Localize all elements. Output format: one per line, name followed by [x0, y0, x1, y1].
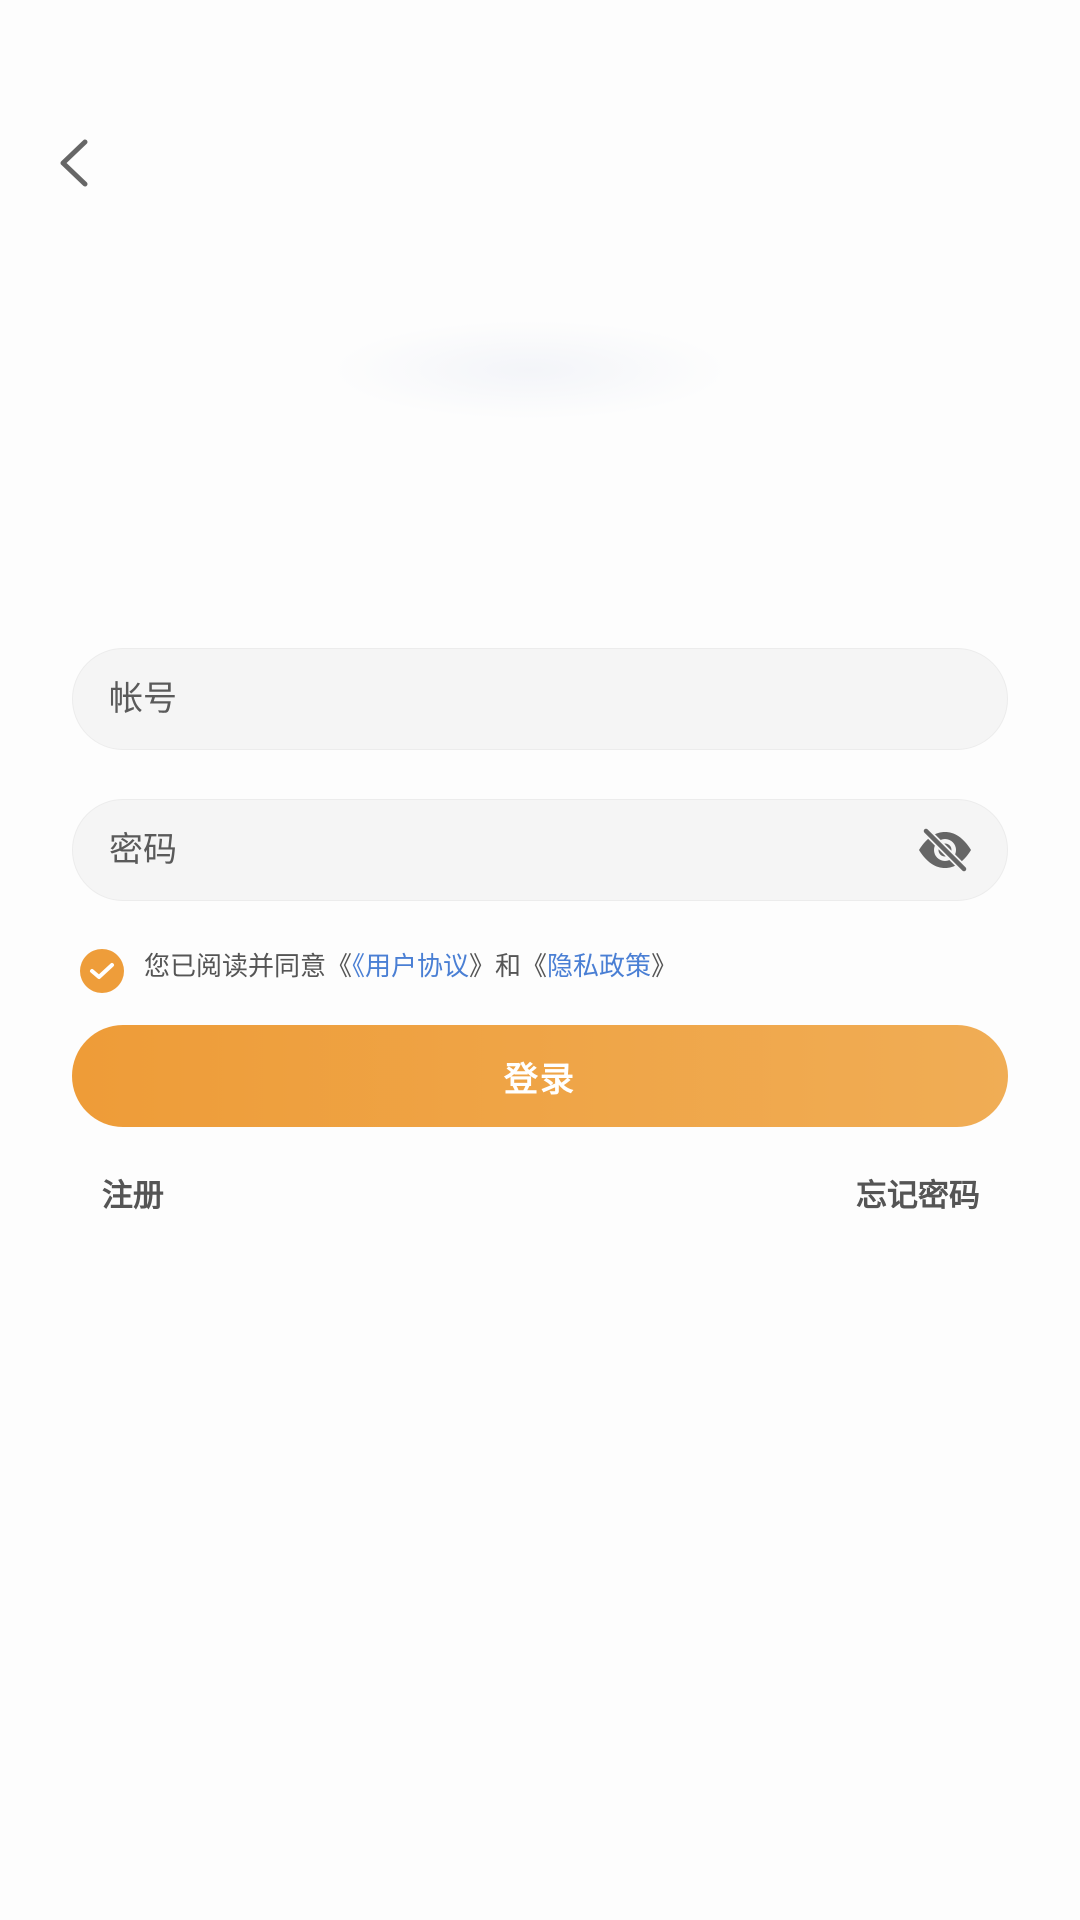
chevron-left-icon — [60, 139, 88, 187]
agreement-row: 您已阅读并同意《《用户协议》和《隐私政策》 — [80, 936, 677, 993]
check-icon — [90, 963, 114, 979]
user-agreement-link[interactable]: 《用户协议 — [352, 952, 469, 982]
back-button[interactable] — [44, 128, 104, 198]
agreement-middle: 》和《 — [469, 951, 548, 982]
account-input[interactable] — [109, 679, 971, 719]
logo-placeholder — [330, 320, 730, 420]
eye-off-icon — [919, 828, 971, 872]
forgot-password-link[interactable]: 忘记密码 — [856, 1170, 980, 1215]
agreement-suffix: 》 — [651, 951, 678, 982]
agreement-prefix: 您已阅读并同意《 — [144, 951, 353, 982]
login-page: 您已阅读并同意《《用户协议》和《隐私政策》 登录 注册 忘记密码 — [0, 0, 1080, 1920]
agreement-checkbox[interactable] — [80, 949, 124, 993]
agreement-text: 您已阅读并同意《《用户协议》和《隐私政策》 — [144, 946, 677, 983]
login-button[interactable]: 登录 — [72, 1025, 1008, 1127]
register-link[interactable]: 注册 — [102, 1170, 164, 1215]
password-field[interactable] — [72, 799, 1008, 901]
privacy-policy-link[interactable]: 隐私政策 — [547, 952, 651, 982]
password-input[interactable] — [109, 830, 913, 870]
password-visibility-toggle[interactable] — [913, 818, 977, 882]
account-field[interactable] — [72, 648, 1008, 750]
